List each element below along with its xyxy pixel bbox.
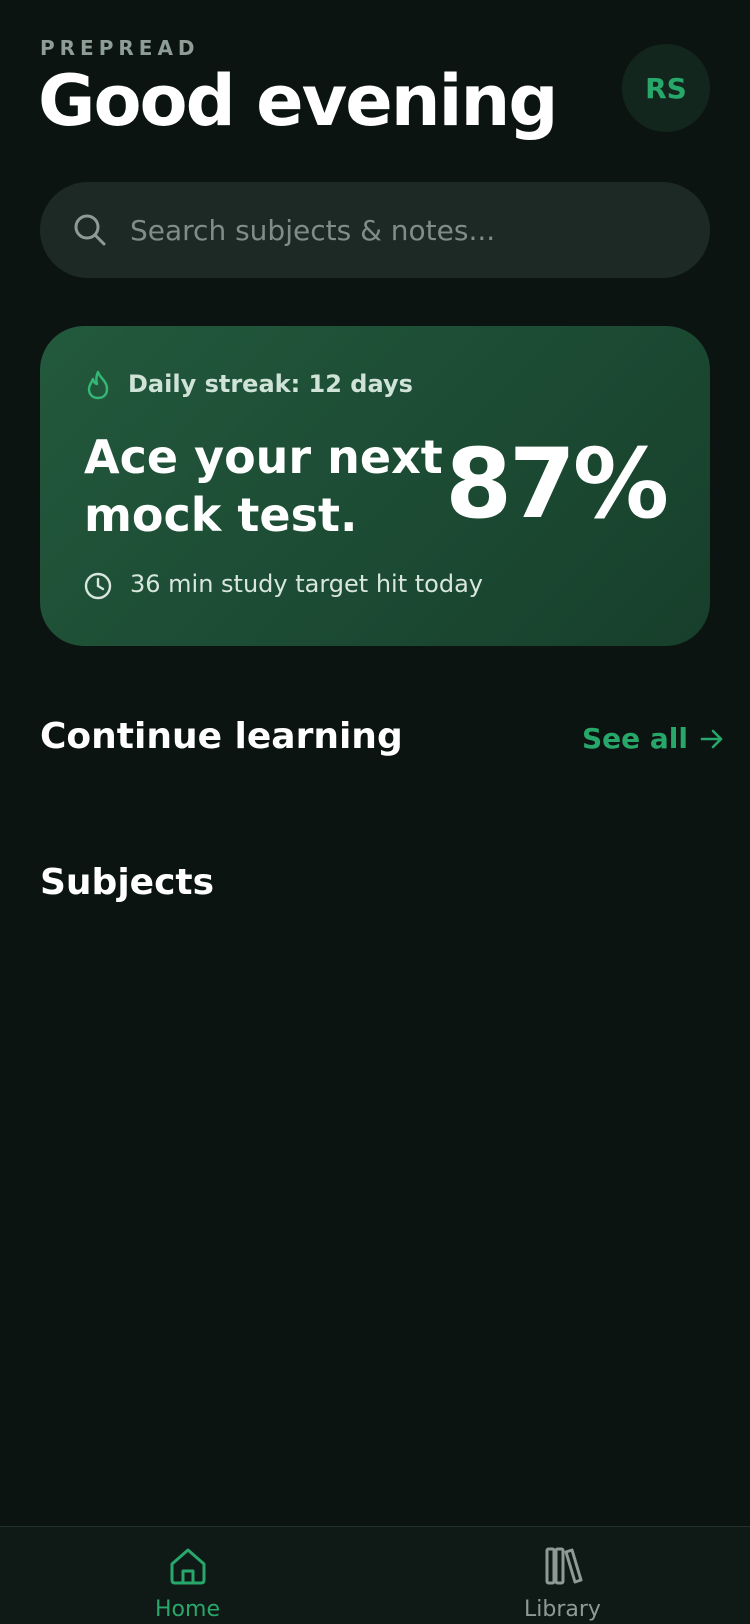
brand-label: PREPREAD xyxy=(40,36,200,60)
search-icon xyxy=(74,214,106,246)
bottom-tab-bar: Home Library xyxy=(0,1526,750,1624)
library-icon xyxy=(545,1547,582,1585)
hero-title: Ace your next mock test. xyxy=(84,430,443,542)
page-title: Good evening xyxy=(38,60,558,142)
tab-home[interactable]: Home xyxy=(0,1527,375,1624)
score-percent: 87% xyxy=(445,428,669,540)
tab-library[interactable]: Library xyxy=(375,1527,750,1624)
see-all-label: See all xyxy=(582,722,688,755)
continue-learning-heading: Continue learning xyxy=(40,716,403,757)
home-screen: PREPREAD Good evening RS Daily streak: 1… xyxy=(0,0,750,1624)
subjects-heading: Subjects xyxy=(40,862,215,903)
study-target-text: 36 min study target hit today xyxy=(130,570,484,598)
home-icon xyxy=(170,1548,205,1585)
streak-card[interactable]: Daily streak: 12 days Ace your next mock… xyxy=(40,326,710,646)
arrow-right-icon xyxy=(700,729,723,748)
avatar[interactable]: RS xyxy=(622,44,710,132)
streak-label: Daily streak: 12 days xyxy=(128,370,413,398)
tab-library-label: Library xyxy=(524,1597,601,1622)
search-input[interactable] xyxy=(130,182,680,278)
clock-icon xyxy=(84,572,112,600)
flame-icon xyxy=(87,370,109,400)
search-bar[interactable] xyxy=(40,182,710,278)
tab-home-label: Home xyxy=(155,1597,220,1622)
see-all-link[interactable]: See all xyxy=(582,722,726,755)
